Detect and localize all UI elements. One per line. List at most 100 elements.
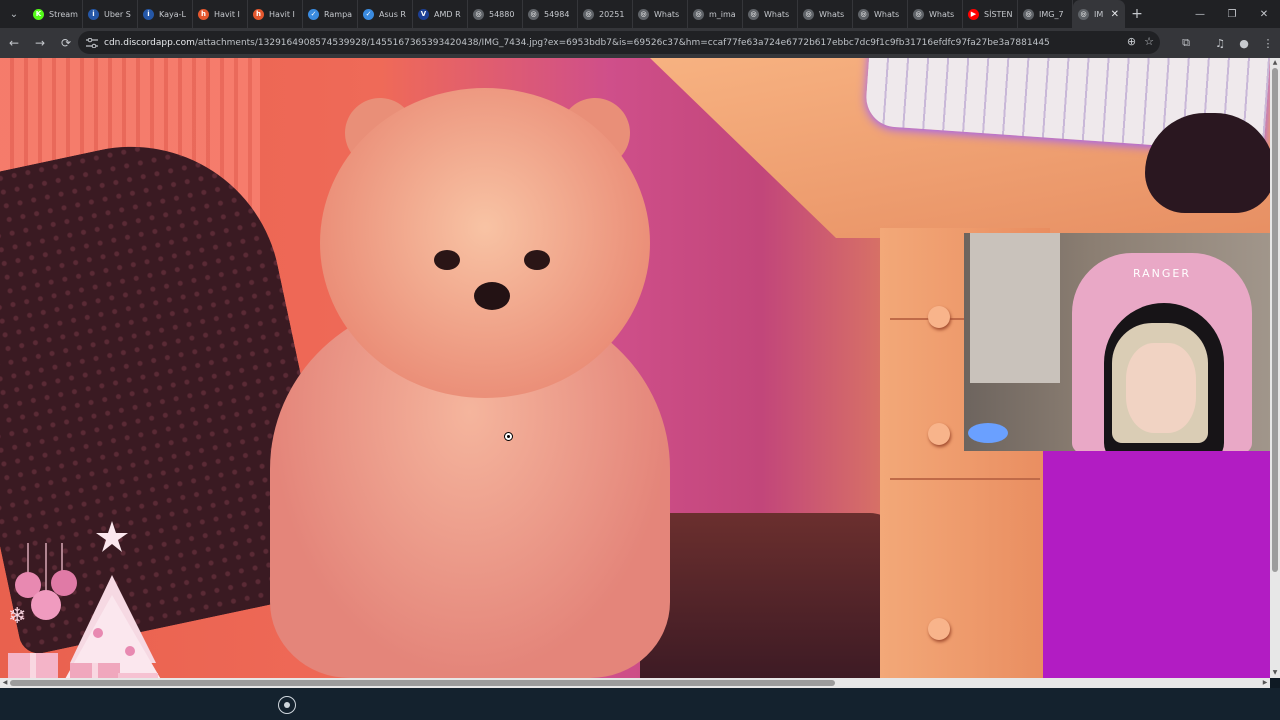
tab-label: Rampa xyxy=(324,9,353,19)
move-cursor-icon xyxy=(504,432,513,441)
check-icon: ✓ xyxy=(308,8,319,20)
kick-icon: K xyxy=(33,8,44,20)
tab-label: Kaya-L xyxy=(159,9,186,19)
tab-label: 54984 xyxy=(544,9,570,19)
drawer-line xyxy=(890,478,1040,480)
globe-icon: ◎ xyxy=(803,8,814,20)
reload-icon: ⟳ xyxy=(60,36,72,50)
tab-0[interactable]: K Stream xyxy=(28,0,83,28)
globe-icon: ◎ xyxy=(473,8,484,20)
star-icon[interactable]: ☆ xyxy=(1144,35,1154,48)
tab-9[interactable]: ◎ 54984 xyxy=(523,0,578,28)
tab-12[interactable]: ◎ m_ima xyxy=(688,0,743,28)
restore-button[interactable]: ❐ xyxy=(1216,0,1248,28)
check-icon: ✓ xyxy=(363,8,374,20)
browser-toolbar: ← → ⟳ cdn.discordapp.com/attachments/132… xyxy=(0,28,1280,58)
horizontal-scrollbar[interactable]: ◀ ▶ xyxy=(0,678,1270,688)
back-button[interactable]: ← xyxy=(2,31,26,55)
tab-label: IM xyxy=(1094,9,1104,19)
forward-button[interactable]: → xyxy=(28,31,52,55)
havit-icon: h xyxy=(198,8,209,20)
tab-14[interactable]: ◎ Whats xyxy=(798,0,853,28)
tab-label: m_ima xyxy=(709,9,736,19)
media-icon[interactable]: ♫ xyxy=(1208,31,1232,55)
tab-15[interactable]: ◎ Whats xyxy=(853,0,908,28)
webcam-door xyxy=(970,233,1060,383)
site-info-icon[interactable] xyxy=(86,37,98,48)
tab-17[interactable]: ▶ SİSTEN xyxy=(963,0,1018,28)
webcam-overlay: RANGER xyxy=(964,233,1280,451)
url-host: cdn.discordapp.com xyxy=(104,37,195,48)
tab-10[interactable]: ◎ 20251 xyxy=(578,0,633,28)
minimize-button[interactable]: — xyxy=(1184,0,1216,28)
tab-search-button[interactable]: ⌄ xyxy=(0,0,28,28)
toolbar-divider xyxy=(1198,31,1208,55)
close-tab-icon[interactable]: ✕ xyxy=(1111,9,1119,20)
profile-icon[interactable]: ● xyxy=(1232,31,1256,55)
tab-label: Whats xyxy=(654,9,680,19)
magenta-overlay-panel xyxy=(1043,451,1270,678)
scroll-left-arrow-icon[interactable]: ◀ xyxy=(0,678,10,688)
tab-list: K Stream i Uber S i Kaya-L h Havit I h Havit I ✓ Ra… xyxy=(28,0,1125,28)
puzzle-icon[interactable]: ⧉ xyxy=(1174,31,1198,55)
chevron-down-icon: ⌄ xyxy=(9,8,19,20)
tab-label: Havit I xyxy=(269,9,295,19)
arrow-left-icon: ← xyxy=(8,36,20,50)
tab-4[interactable]: h Havit I xyxy=(248,0,303,28)
computer-mouse xyxy=(1145,113,1270,213)
url-path: /attachments/1329164908574539928/1455167… xyxy=(194,37,1050,48)
tab-label: Havit I xyxy=(214,9,240,19)
tab-2[interactable]: i Kaya-L xyxy=(138,0,193,28)
tab-8[interactable]: ◎ 54880 xyxy=(468,0,523,28)
scroll-right-arrow-icon[interactable]: ▶ xyxy=(1260,678,1270,688)
tab-11[interactable]: ◎ Whats xyxy=(633,0,688,28)
globe-icon: ◎ xyxy=(638,8,649,20)
tab-1[interactable]: i Uber S xyxy=(83,0,138,28)
scroll-down-arrow-icon[interactable]: ▼ xyxy=(1270,668,1280,678)
tab-5[interactable]: ✓ Rampa xyxy=(303,0,358,28)
new-tab-button[interactable]: + xyxy=(1125,0,1149,28)
scroll-up-arrow-icon[interactable]: ▲ xyxy=(1270,58,1280,68)
reload-button[interactable]: ⟳ xyxy=(54,31,78,55)
tab-label: Asus R xyxy=(379,9,406,19)
globe-icon: ◎ xyxy=(1023,8,1034,20)
svg-text:❄: ❄ xyxy=(8,604,26,629)
kebab-menu-icon[interactable]: ⋮ xyxy=(1256,31,1280,55)
tab-3[interactable]: h Havit I xyxy=(193,0,248,28)
tab-label: Whats xyxy=(874,9,900,19)
horizontal-scroll-thumb[interactable] xyxy=(10,680,835,686)
tab-6[interactable]: ✓ Asus R xyxy=(358,0,413,28)
close-window-button[interactable]: ✕ xyxy=(1248,0,1280,28)
webcam-light xyxy=(968,423,1008,443)
zoom-icon[interactable]: ⊕ xyxy=(1127,35,1136,48)
tab-label: 20251 xyxy=(599,9,625,19)
vertical-scrollbar[interactable]: ▲ ▼ xyxy=(1270,58,1280,678)
drawer-knob xyxy=(928,423,950,445)
vertical-scroll-thumb[interactable] xyxy=(1272,68,1278,572)
christmas-tree-decoration: ❄ xyxy=(8,521,161,678)
tab-label: Uber S xyxy=(104,9,131,19)
dog-eye xyxy=(524,250,550,270)
tab-16[interactable]: ◎ Whats xyxy=(908,0,963,28)
url-text[interactable]: cdn.discordapp.com/attachments/132916490… xyxy=(104,38,1050,48)
indeed-icon: i xyxy=(143,8,154,20)
address-bar[interactable]: cdn.discordapp.com/attachments/132916490… xyxy=(78,31,1160,54)
tab-7[interactable]: V AMD R xyxy=(413,0,468,28)
tab-18[interactable]: ◎ IMG_7 xyxy=(1018,0,1073,28)
window-controls: — ❐ ✕ xyxy=(1184,0,1280,28)
tab-13[interactable]: ◎ Whats xyxy=(743,0,798,28)
tab-label: 54880 xyxy=(489,9,515,19)
tab-label: Stream xyxy=(49,9,78,19)
globe-icon: ◎ xyxy=(858,8,869,20)
dog-nose xyxy=(474,282,510,310)
globe-icon: ◎ xyxy=(913,8,924,20)
globe-icon: ◎ xyxy=(748,8,759,20)
havit-icon: h xyxy=(253,8,264,20)
record-icon[interactable] xyxy=(278,696,296,714)
bottom-bar xyxy=(0,688,1280,720)
tab-label: SİSTEN xyxy=(984,9,1013,19)
webcam-streamer-face xyxy=(1126,343,1196,433)
drawer-knob xyxy=(928,306,950,328)
tab-19[interactable]: ◎ IM ✕ xyxy=(1073,0,1125,28)
globe-icon: ◎ xyxy=(693,8,704,20)
